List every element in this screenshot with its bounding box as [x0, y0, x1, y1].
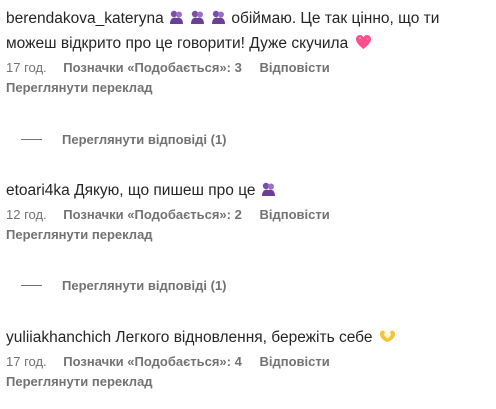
comment-time: 17 год. — [6, 60, 47, 75]
comment-meta: 17 год. Позначки «Подобається»: 3 Відпов… — [6, 59, 490, 77]
replies-divider-line — [21, 285, 42, 286]
view-replies-button[interactable]: Переглянути відповіді (1) — [21, 278, 227, 293]
reply-button[interactable]: Відповісти — [259, 60, 329, 75]
comment-text: yuliiakhanchich Легкого відновлення, бер… — [6, 325, 490, 350]
view-replies-label: Переглянути відповіді (1) — [62, 132, 227, 147]
comment-1: berendakova_kateryna обіймаю. Це так цін… — [6, 6, 490, 97]
comment-meta: 12 год. Позначки «Подобається»: 2 Відпов… — [6, 206, 490, 224]
comment-username[interactable]: berendakova_kateryna — [6, 10, 164, 27]
hug-emoji-icon — [191, 10, 205, 24]
comment-text: etoari4ka Дякую, що пишеш про це — [6, 178, 490, 203]
see-translation-link[interactable]: Переглянути переклад — [6, 373, 490, 391]
hug-emoji-icon — [170, 10, 184, 24]
view-replies-label: Переглянути відповіді (1) — [62, 278, 227, 293]
likes-count-link[interactable]: Позначки «Подобається»: 2 — [63, 207, 242, 222]
comment-username[interactable]: yuliiakhanchich — [6, 329, 111, 346]
hug-emoji-icon — [212, 10, 226, 24]
comment-time: 12 год. — [6, 207, 47, 222]
comment-time: 17 год. — [6, 354, 47, 369]
sparkling-heart-icon — [355, 35, 371, 49]
comment-meta: 17 год. Позначки «Подобається»: 4 Відпов… — [6, 353, 490, 371]
heart-hands-icon — [379, 330, 395, 342]
view-replies-button[interactable]: Переглянути відповіді (1) — [21, 132, 227, 147]
comment-body: Дякую, що пишеш про це — [69, 182, 256, 199]
reply-button[interactable]: Відповісти — [259, 207, 329, 222]
comment-body: Легкого відновлення, бережіть себе — [111, 329, 373, 346]
reply-button[interactable]: Відповісти — [259, 354, 329, 369]
hug-emoji-icon — [261, 182, 275, 196]
likes-count-link[interactable]: Позначки «Подобається»: 3 — [63, 60, 242, 75]
comment-text: berendakova_kateryna обіймаю. Це так цін… — [6, 6, 490, 56]
see-translation-link[interactable]: Переглянути переклад — [6, 226, 490, 244]
see-translation-link[interactable]: Переглянути переклад — [6, 79, 490, 97]
comment-username[interactable]: etoari4ka — [6, 182, 70, 199]
likes-count-link[interactable]: Позначки «Подобається»: 4 — [63, 354, 242, 369]
replies-divider-line — [21, 139, 42, 140]
comment-2: etoari4ka Дякую, що пишеш про це 12 год.… — [6, 178, 490, 244]
comment-3: yuliiakhanchich Легкого відновлення, бер… — [6, 325, 490, 391]
